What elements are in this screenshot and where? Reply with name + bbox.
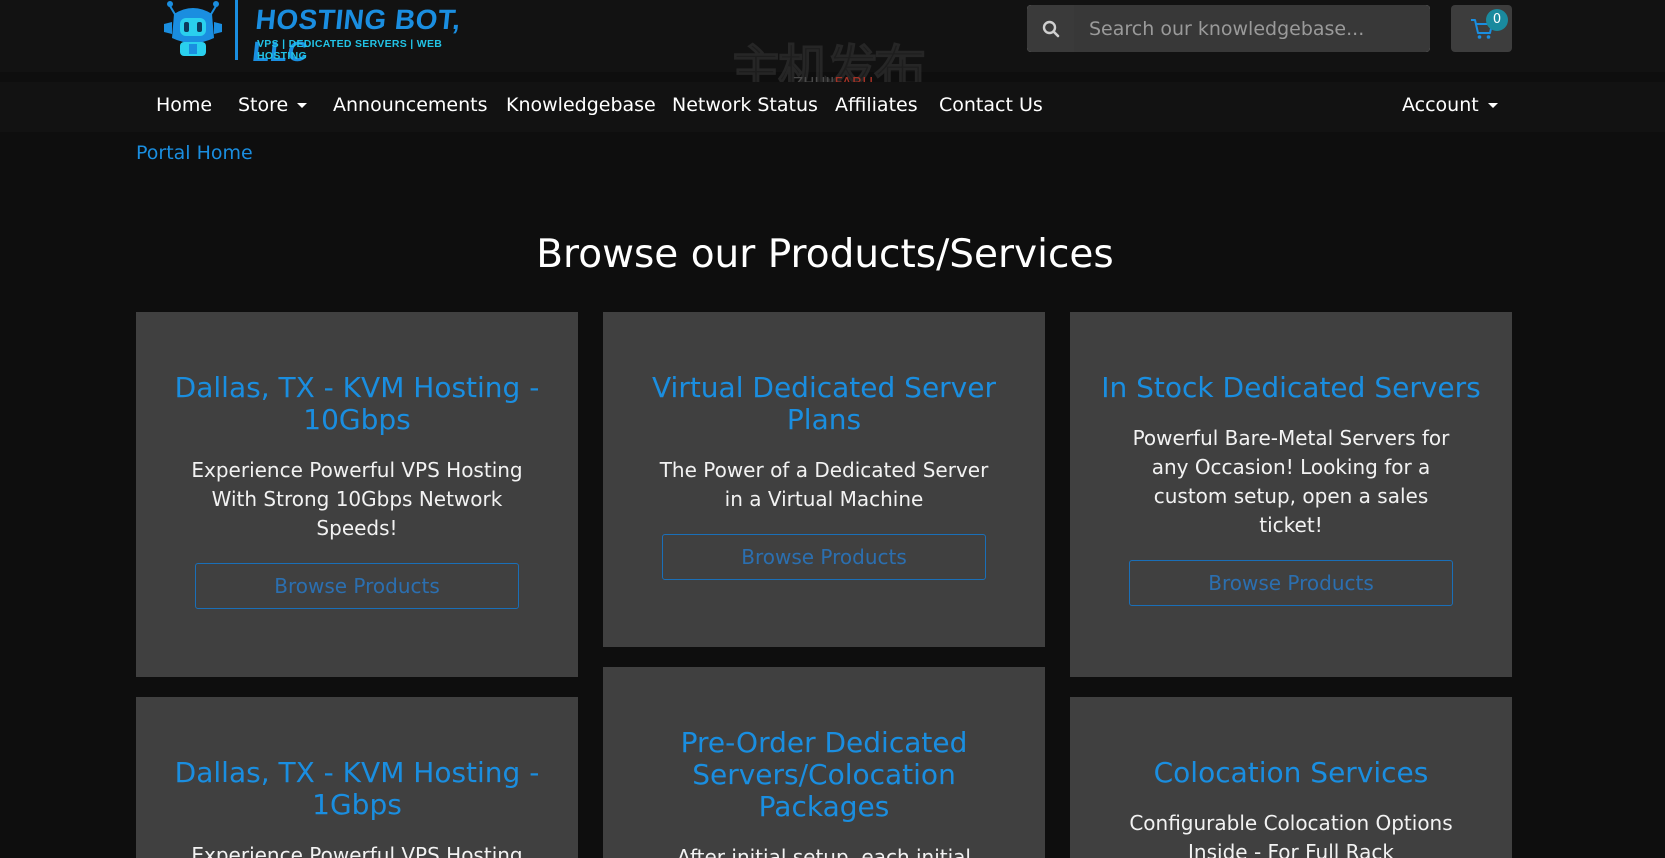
search-button[interactable] (1027, 5, 1074, 52)
product-group-card: Colocation Services Configurable Colocat… (1070, 697, 1512, 858)
nav-network-status[interactable]: Network Status (672, 94, 818, 116)
caret-down-icon (297, 103, 308, 108)
product-group-card: Dallas, TX - KVM Hosting - 10Gbps Experi… (136, 312, 578, 677)
page-title: Browse our Products/Services (536, 232, 1114, 277)
logo-divider (235, 0, 238, 60)
card-title[interactable]: Dallas, TX - KVM Hosting - 10Gbps (136, 372, 578, 436)
nav-home[interactable]: Home (156, 94, 212, 116)
browse-products-button[interactable]: Browse Products (1129, 560, 1453, 606)
product-group-card: Dallas, TX - KVM Hosting - 1Gbps Experie… (136, 697, 578, 858)
cart-count-badge: 0 (1486, 9, 1508, 31)
browse-products-button[interactable]: Browse Products (662, 534, 986, 580)
breadcrumb-portal-home[interactable]: Portal Home (136, 142, 253, 164)
nav-affiliates[interactable]: Affiliates (835, 94, 918, 116)
nav-contact-us[interactable]: Contact Us (939, 94, 1043, 116)
card-title[interactable]: Pre-Order Dedicated Servers/Colocation P… (603, 727, 1045, 823)
caret-down-icon (1487, 103, 1498, 108)
cart-button[interactable]: 0 (1451, 5, 1512, 52)
nav-announcements[interactable]: Announcements (333, 94, 488, 116)
card-title[interactable]: In Stock Dedicated Servers (1070, 372, 1512, 404)
card-title[interactable]: Dallas, TX - KVM Hosting - 1Gbps (136, 757, 578, 821)
nav-knowledgebase[interactable]: Knowledgebase (506, 94, 656, 116)
nav-account[interactable]: Account (1402, 94, 1498, 116)
product-group-card: In Stock Dedicated Servers Powerful Bare… (1070, 312, 1512, 677)
card-description: Powerful Bare-Metal Servers for any Occa… (1132, 426, 1450, 537)
search-input[interactable] (1074, 5, 1430, 52)
card-description: After initial setup, each initial (677, 845, 971, 858)
nav-account-label: Account (1402, 94, 1479, 116)
card-description: Configurable Colocation Options Inside -… (1129, 811, 1453, 858)
card-description: Experience Powerful VPS Hosting (191, 843, 523, 858)
knowledgebase-search (1027, 5, 1430, 52)
card-description: The Power of a Dedicated Server in a Vir… (659, 458, 989, 511)
card-title[interactable]: Virtual Dedicated Server Plans (603, 372, 1045, 436)
nav-store[interactable]: Store (238, 94, 308, 116)
browse-products-button[interactable]: Browse Products (195, 563, 519, 609)
product-group-card: Pre-Order Dedicated Servers/Colocation P… (603, 667, 1045, 858)
search-icon (1042, 20, 1059, 37)
brand-logo[interactable]: HOSTING BOT, LLC VPS | DEDICATED SERVERS… (162, 0, 492, 67)
brand-tagline: VPS | DEDICATED SERVERS | WEB HOSTING (257, 38, 443, 62)
card-description: Experience Powerful VPS Hosting With Str… (191, 458, 523, 540)
card-title[interactable]: Colocation Services (1070, 757, 1512, 789)
robot-icon (164, 1, 222, 56)
product-group-card: Virtual Dedicated Server Plans The Power… (603, 312, 1045, 647)
nav-store-label: Store (238, 94, 289, 116)
main-nav: Home Store Announcements Knowledgebase N… (0, 82, 1665, 132)
